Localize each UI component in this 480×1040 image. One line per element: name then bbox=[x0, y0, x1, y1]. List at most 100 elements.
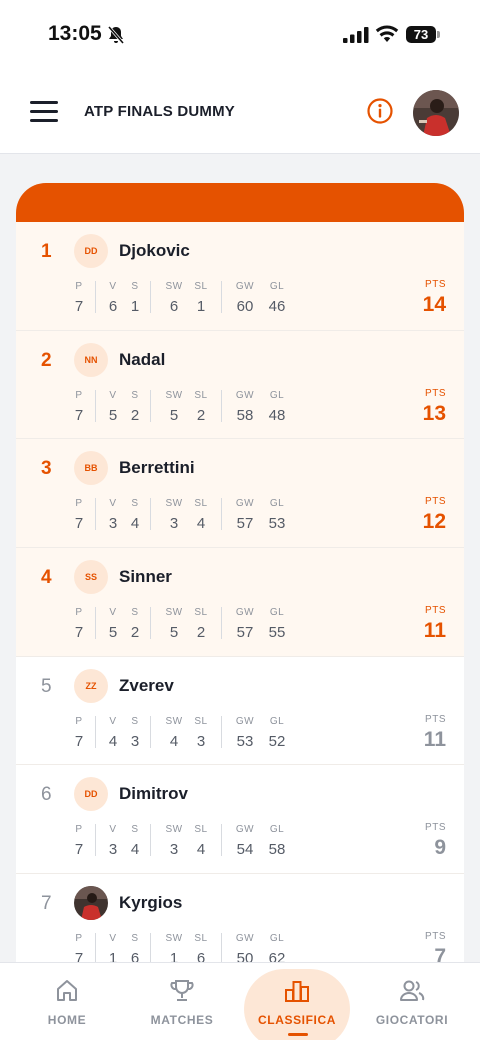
stat-gl: GL 62 bbox=[262, 933, 292, 962]
stat-sw: SW 5 bbox=[159, 390, 189, 424]
stat-p-value: 7 bbox=[74, 841, 84, 859]
stat-gw: GW 58 bbox=[230, 390, 260, 424]
stat-divider bbox=[95, 389, 96, 422]
podium-icon bbox=[283, 977, 311, 1005]
stat-sw: SW 1 bbox=[159, 933, 189, 962]
position: 1 bbox=[41, 241, 52, 262]
nav-home[interactable]: HOME bbox=[7, 963, 127, 1040]
player-name: Zverev bbox=[119, 675, 174, 695]
stat-gl-value: 62 bbox=[268, 950, 286, 962]
stat-s: S 2 bbox=[120, 607, 150, 641]
stat-sl-label: SL bbox=[194, 607, 208, 619]
standings-row[interactable]: 6 DD Dimitrov P 7 V 3 S 4 SW 3 SL 4 GW 54 … bbox=[16, 765, 464, 875]
points: PTS 9 bbox=[425, 822, 446, 860]
points: PTS 14 bbox=[423, 279, 446, 317]
stat-sw-label: SW bbox=[165, 715, 183, 727]
stat-s-value: 2 bbox=[130, 406, 140, 424]
stat-sw-value: 4 bbox=[169, 732, 179, 750]
standings-row[interactable]: 4 SS Sinner P 7 V 5 S 2 SW 5 SL 2 GW 57 GL… bbox=[16, 548, 464, 657]
position: 4 bbox=[41, 567, 52, 589]
stat-s-label: S bbox=[131, 715, 139, 727]
stat-gw-value: 50 bbox=[236, 950, 254, 962]
stat-sl-value: 6 bbox=[196, 950, 206, 962]
stat-gl-value: 46 bbox=[268, 298, 286, 315]
stat-divider bbox=[221, 715, 222, 748]
points: PTS 11 bbox=[424, 714, 446, 752]
stat-sw: SW 4 bbox=[159, 716, 189, 750]
stat-s: S 4 bbox=[120, 498, 150, 532]
stat-sw-value: 3 bbox=[169, 515, 179, 533]
position: 6 bbox=[41, 784, 52, 806]
stat-divider bbox=[95, 498, 96, 531]
stat-p: P 7 bbox=[64, 716, 94, 750]
standings-row[interactable]: 1 DD Djokovic P 7 V 6 S 1 SW 6 SL 1 GW 60 … bbox=[16, 222, 464, 331]
player-name: Dimitrov bbox=[119, 784, 188, 804]
bottom-navigation: HOME MATCHES CLASSIFICA GIOCATORI bbox=[0, 962, 480, 1040]
stat-s-label: S bbox=[131, 498, 139, 510]
stat-s-label: S bbox=[131, 607, 139, 619]
stat-gw-value: 53 bbox=[236, 732, 254, 750]
stat-s-value: 4 bbox=[130, 515, 140, 533]
player-avatar bbox=[74, 886, 108, 921]
stat-divider bbox=[221, 389, 222, 422]
stat-p-value: 7 bbox=[74, 406, 84, 424]
stat-gl: GL 46 bbox=[262, 281, 292, 315]
info-icon[interactable] bbox=[366, 97, 394, 125]
stat-sl-value: 4 bbox=[196, 841, 206, 859]
nav-matches[interactable]: MATCHES bbox=[122, 963, 242, 1040]
standings-row[interactable]: 5 ZZ Zverev P 7 V 4 S 3 SW 4 SL 3 GW 53 GL… bbox=[16, 656, 464, 766]
stat-sw-label: SW bbox=[165, 824, 183, 836]
standings-row[interactable]: 2 NN Nadal P 7 V 5 S 2 SW 5 SL 2 GW 58 GL … bbox=[16, 330, 464, 440]
stat-gw-label: GW bbox=[235, 281, 255, 292]
stat-s-label: S bbox=[131, 824, 139, 836]
stat-sl-value: 2 bbox=[196, 406, 206, 424]
standings-card-header bbox=[16, 183, 464, 223]
player-name: Nadal bbox=[119, 349, 166, 369]
stat-gl: GL 53 bbox=[262, 498, 292, 532]
standings-list[interactable]: 1 DD Djokovic P 7 V 6 S 1 SW 6 SL 1 GW 60 … bbox=[16, 222, 464, 962]
standings-row[interactable]: 3 BB Berrettini P 7 V 3 S 4 SW 3 SL 4 GW 5… bbox=[16, 439, 464, 549]
stat-divider bbox=[150, 824, 151, 857]
stat-sw-label: SW bbox=[165, 498, 183, 510]
stat-s-value: 6 bbox=[130, 950, 140, 962]
stat-sw-label: SW bbox=[165, 389, 183, 401]
stat-divider bbox=[95, 715, 96, 748]
stat-sl-label: SL bbox=[194, 933, 208, 945]
app-header: ATP FINALS DUMMY bbox=[0, 70, 480, 154]
points-value: 13 bbox=[422, 401, 446, 425]
stat-divider bbox=[150, 498, 151, 531]
points-label: PTS bbox=[425, 713, 446, 725]
stat-gw-value: 57 bbox=[236, 624, 254, 642]
stat-s: S 1 bbox=[120, 281, 150, 315]
nav-classifica-label: CLASSIFICA bbox=[258, 1013, 336, 1027]
player-name: Berrettini bbox=[119, 458, 195, 478]
users-icon bbox=[398, 977, 426, 1005]
stat-p: P 7 bbox=[64, 390, 94, 424]
stat-p: P 7 bbox=[64, 281, 94, 315]
hamburger-menu-icon[interactable] bbox=[30, 101, 58, 123]
stat-gl-label: GL bbox=[269, 498, 285, 510]
trophy-icon bbox=[168, 977, 196, 1005]
stat-sw-label: SW bbox=[165, 607, 183, 619]
stat-gw-label: GW bbox=[235, 389, 255, 401]
stat-sl-label: SL bbox=[194, 715, 208, 727]
user-avatar[interactable] bbox=[413, 90, 459, 136]
stat-p-value: 7 bbox=[74, 515, 84, 533]
nav-giocatori[interactable]: GIOCATORI bbox=[352, 963, 472, 1040]
stat-p-label: P bbox=[75, 824, 83, 836]
stat-gw-label: GW bbox=[235, 607, 255, 619]
points-label: PTS bbox=[425, 822, 446, 834]
stat-sl: SL 2 bbox=[186, 390, 216, 424]
stat-sl: SL 1 bbox=[186, 281, 216, 315]
stat-gl: GL 52 bbox=[262, 716, 292, 750]
stat-gw-label: GW bbox=[235, 933, 255, 945]
stat-sl-value: 4 bbox=[196, 515, 206, 533]
stat-s: S 4 bbox=[120, 824, 150, 858]
stat-divider bbox=[221, 607, 222, 640]
stat-sw-value: 5 bbox=[169, 624, 179, 642]
nav-classifica[interactable]: CLASSIFICA bbox=[237, 963, 357, 1040]
standings-row[interactable]: 7 Kyrgios P 7 V 1 S 6 SW 1 SL 6 GW 50 GL bbox=[16, 874, 464, 962]
stat-sw-value: 3 bbox=[169, 841, 179, 859]
stat-gw: GW 57 bbox=[230, 607, 260, 641]
stat-sw: SW 3 bbox=[159, 498, 189, 532]
